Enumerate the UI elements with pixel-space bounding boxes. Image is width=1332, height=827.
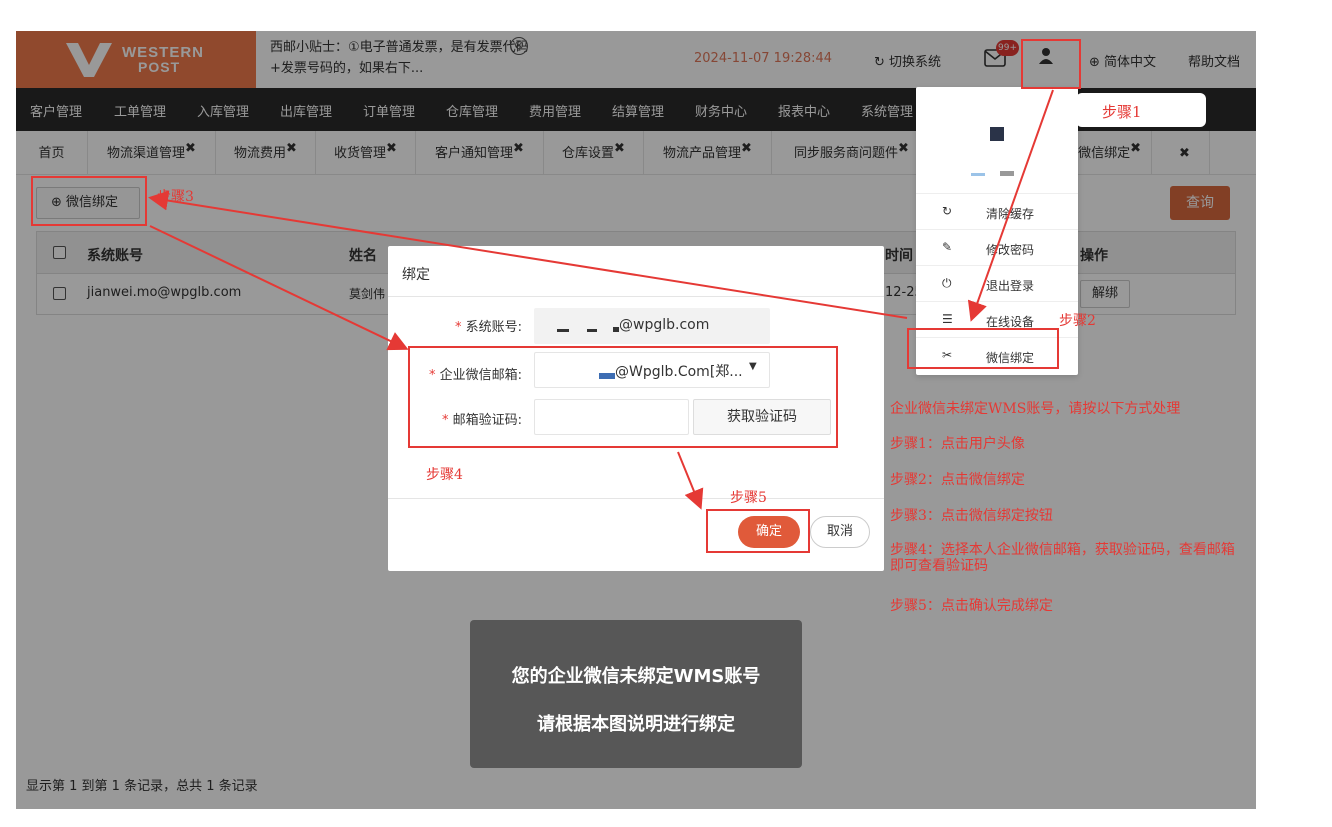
highlight-confirm-button <box>706 509 810 553</box>
step3-label: 步骤3 <box>157 189 194 205</box>
menu-logout[interactable]: ⏻ 退出登录 <box>916 265 1078 301</box>
pencil-icon: ✎ <box>942 240 953 254</box>
cancel-button[interactable]: 取消 <box>810 516 870 548</box>
notice-line2: 请根据本图说明进行绑定 <box>537 714 735 735</box>
highlight-user-avatar <box>1021 39 1081 89</box>
notice-line1: 您的企业微信未绑定WMS账号 <box>511 666 761 687</box>
divider <box>388 498 884 499</box>
highlight-form-fields <box>408 346 838 448</box>
account-field: @wpglb.com <box>534 308 770 344</box>
step1-label: 步骤1 <box>1102 103 1142 121</box>
guide-title: 企业微信未绑定WMS账号，请按以下方式处理 <box>890 401 1181 417</box>
avatar <box>990 127 1004 141</box>
menu-label: 清除缓存 <box>986 207 1035 221</box>
guide-step: 步骤4：选择本人企业微信邮箱，获取验证码，查看邮箱即可查看验证码 <box>890 542 1235 574</box>
power-icon: ⏻ <box>942 276 952 290</box>
avatar-placeholder <box>1000 171 1014 176</box>
avatar-placeholder <box>971 173 985 176</box>
menu-change-password[interactable]: ✎ 修改密码 <box>916 229 1078 265</box>
menu-clear-cache[interactable]: ↻ 清除缓存 <box>916 193 1078 229</box>
account-value: @wpglb.com <box>619 317 710 333</box>
list-icon: ☰ <box>942 312 953 326</box>
highlight-wechat-bind-menu <box>907 328 1059 369</box>
step4-label: 步骤4 <box>426 467 463 483</box>
notice-box: 您的企业微信未绑定WMS账号 请根据本图说明进行绑定 <box>470 620 802 768</box>
guide-step: 步骤1：点击用户头像 <box>890 436 1025 452</box>
divider <box>388 296 884 297</box>
menu-label: 修改密码 <box>986 243 1035 257</box>
step2-label: 步骤2 <box>1059 313 1096 329</box>
refresh-icon: ↻ <box>942 204 953 218</box>
guide-step: 步骤5：点击确认完成绑定 <box>890 598 1053 614</box>
menu-label: 退出登录 <box>986 279 1035 293</box>
account-label: * 系统账号: <box>454 320 522 335</box>
guide-step: 步骤3：点击微信绑定按钮 <box>890 508 1053 524</box>
modal-title: 绑定 <box>402 267 430 283</box>
highlight-wechat-bind-button <box>31 176 147 226</box>
guide-step: 步骤2：点击微信绑定 <box>890 472 1025 488</box>
step5-label: 步骤5 <box>730 490 767 506</box>
